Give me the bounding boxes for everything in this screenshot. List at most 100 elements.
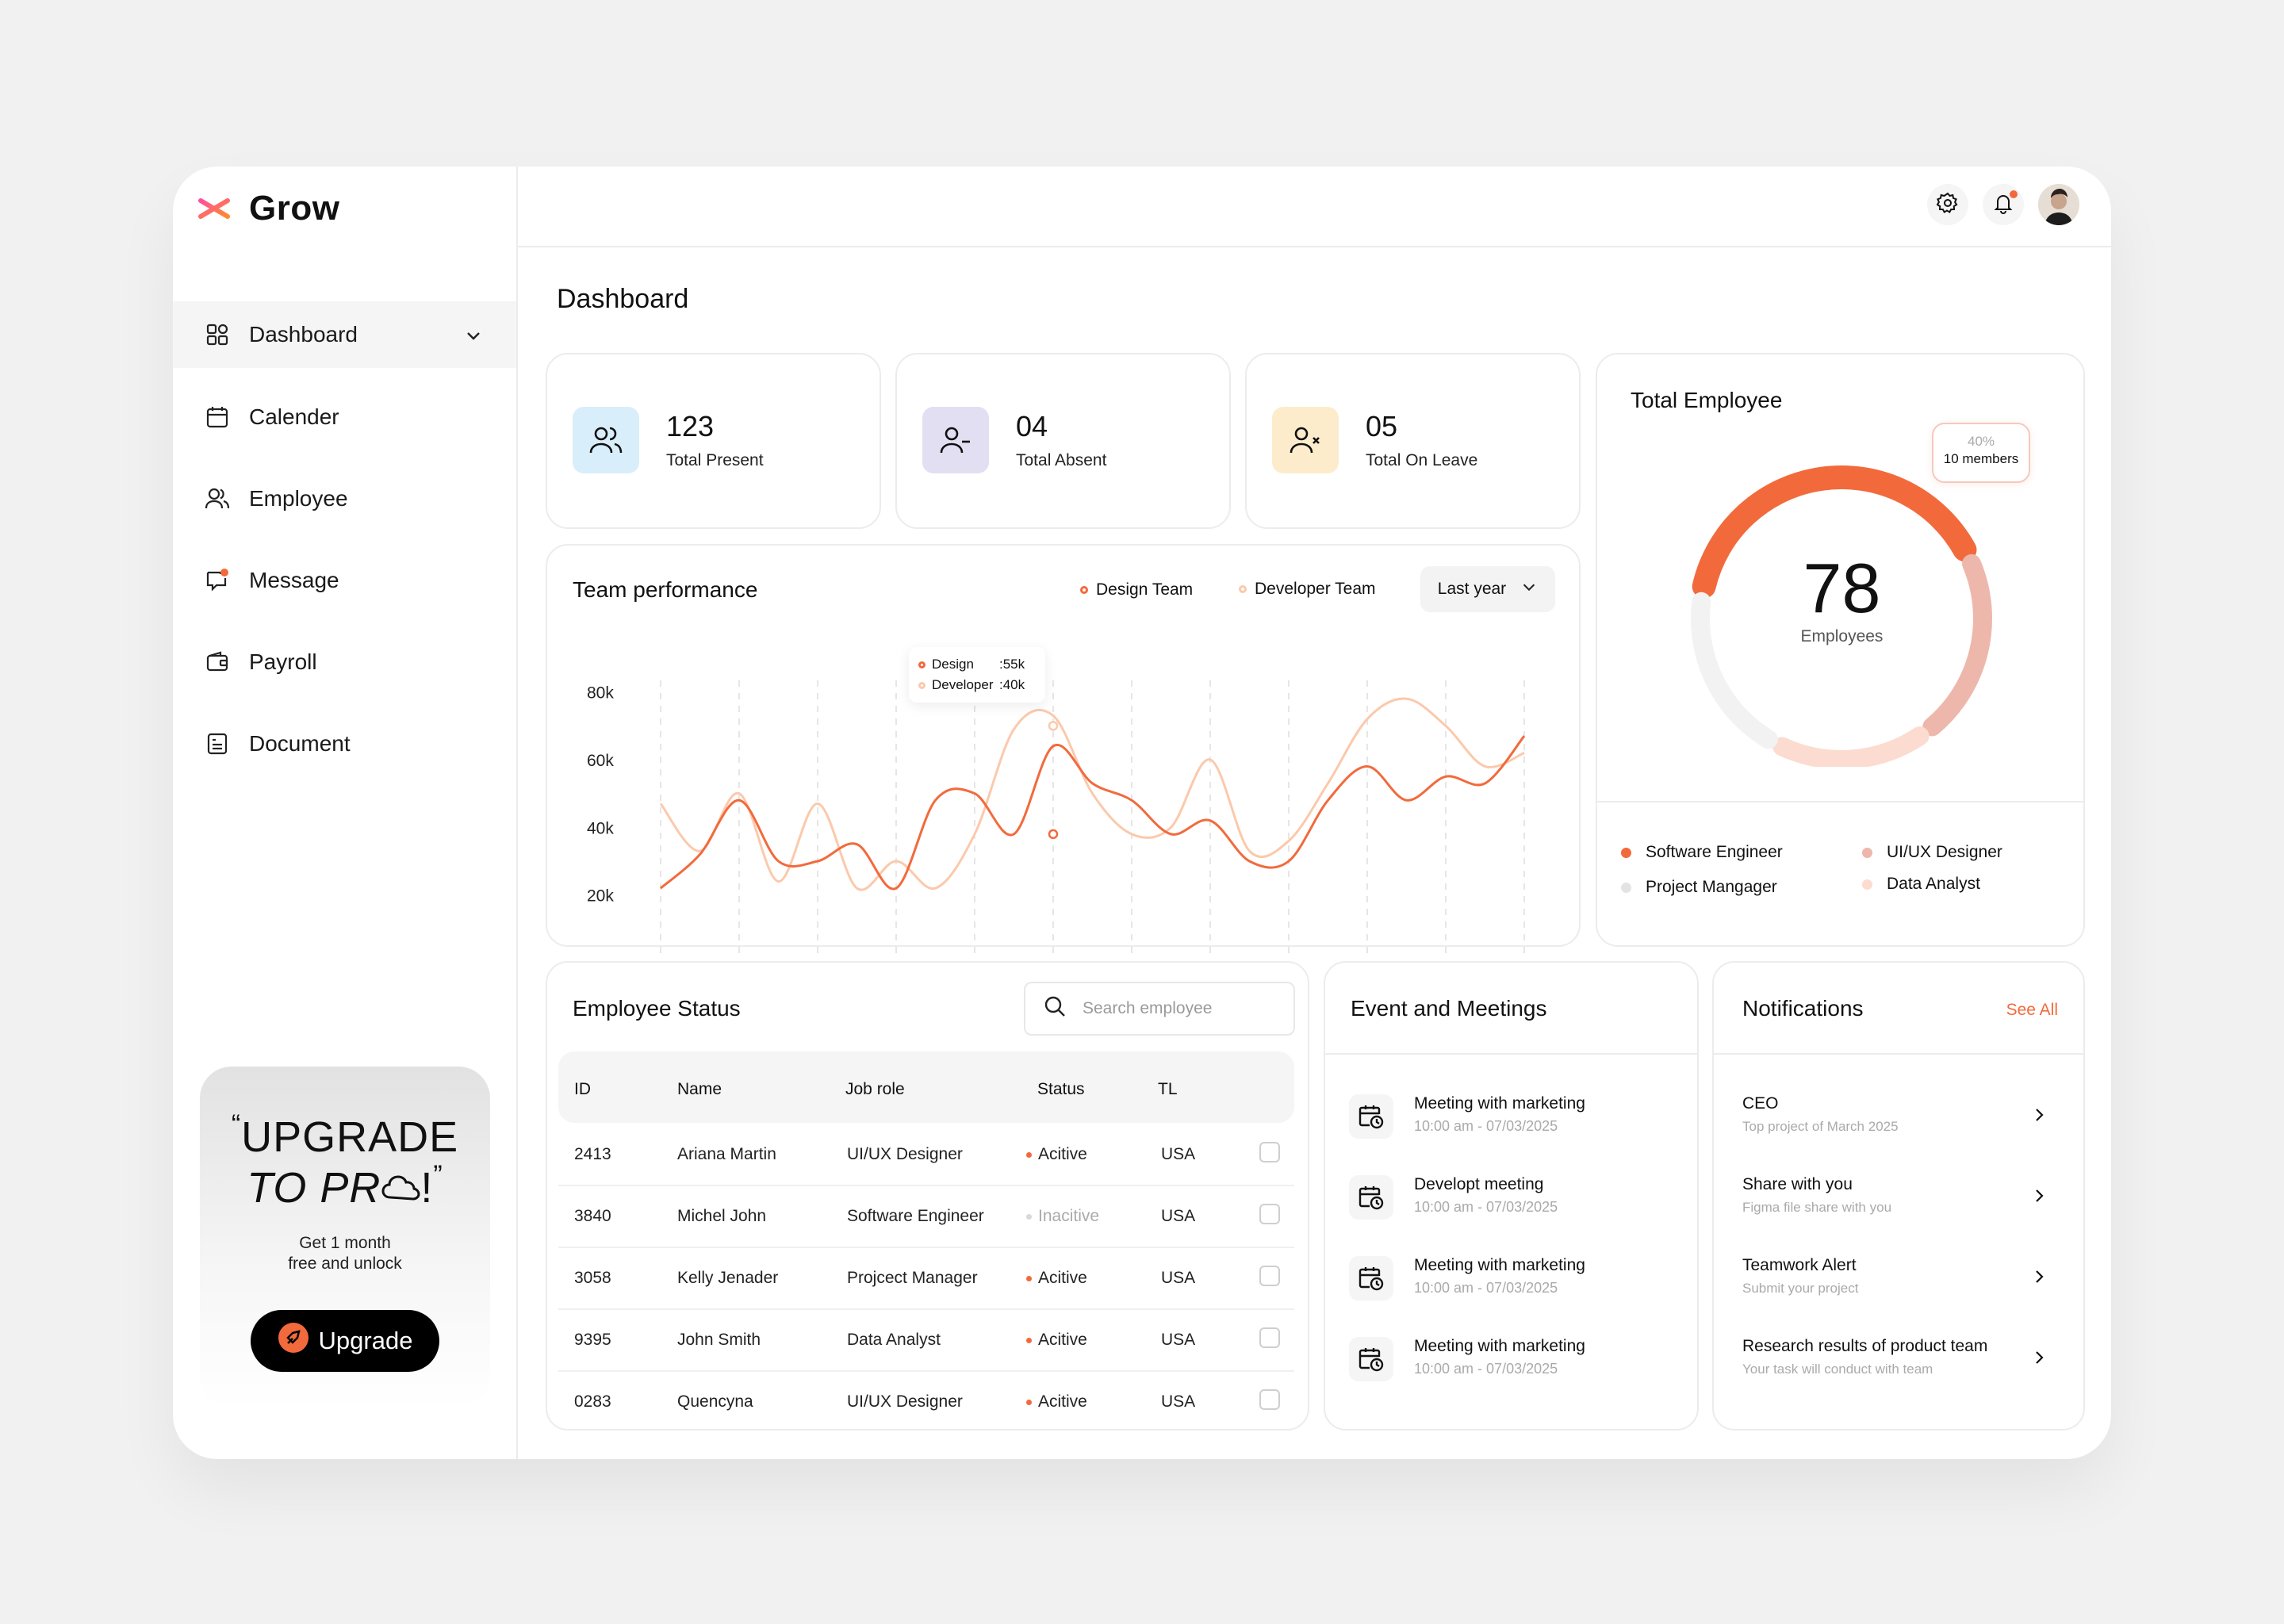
sidebar-item-employee[interactable]: Employee — [173, 458, 516, 539]
sidebar-nav: Dashboard Calender Employee Message Payr… — [173, 301, 516, 784]
period-dropdown[interactable]: Last year — [1420, 566, 1555, 612]
series-line-developer — [659, 697, 1525, 891]
dashboard-icon — [203, 320, 232, 349]
calendar-clock-icon — [1349, 1094, 1393, 1139]
event-item[interactable]: Meeting with marketing 10:00 am - 07/03/2… — [1349, 1256, 1585, 1300]
stat-label: Total Absent — [1016, 451, 1107, 469]
user-avatar[interactable] — [2038, 184, 2079, 225]
status-badge: Acitive — [1026, 1331, 1087, 1350]
chart-tooltip: Design :55k Developer :40k — [909, 647, 1045, 703]
column-header[interactable]: Name — [677, 1080, 722, 1099]
notifications-button[interactable] — [1983, 184, 2024, 225]
settings-button[interactable] — [1927, 184, 1968, 225]
row-checkbox[interactable] — [1259, 1266, 1280, 1286]
upgrade-card: “UPGRADE TO PR!” Get 1 month free and un… — [200, 1067, 490, 1408]
legend-item: Data Analyst — [1862, 875, 1980, 894]
donut-label: Employees — [1800, 627, 1884, 645]
upgrade-title-line2: TO PR!” — [200, 1160, 490, 1216]
card-title: Team performance — [573, 577, 758, 602]
column-header[interactable]: Job role — [845, 1080, 905, 1099]
row-checkbox[interactable] — [1259, 1389, 1280, 1410]
logo[interactable]: Grow — [197, 189, 339, 228]
asterisk-logo-icon — [198, 191, 230, 226]
calendar-clock-icon — [1349, 1256, 1393, 1300]
notification-item[interactable]: Research results of product team Your tas… — [1742, 1337, 2060, 1377]
sidebar: Grow Dashboard Calender Employee Message… — [173, 167, 518, 1459]
column-header[interactable]: ID — [574, 1080, 591, 1099]
table-row[interactable]: 0283 Quencyna UI/UX Designer Acitive USA — [558, 1370, 1294, 1432]
chevron-right-icon — [2029, 1348, 2048, 1371]
sidebar-item-label: Document — [249, 730, 351, 756]
column-header[interactable]: TL — [1158, 1080, 1178, 1099]
row-checkbox[interactable] — [1259, 1142, 1280, 1162]
status-badge: Acitive — [1026, 1145, 1087, 1164]
table-row[interactable]: 3058 Kelly Jenader Projcect Manager Acit… — [558, 1247, 1294, 1310]
search-input[interactable]: Search employee — [1024, 982, 1295, 1036]
total-employee-card: Total Employee 78 Employees 40% 10 membe… — [1596, 353, 2085, 947]
upgrade-title-line1: “UPGRADE — [231, 1109, 459, 1161]
table-row[interactable]: 2413 Ariana Martin UI/UX Designer Acitiv… — [558, 1123, 1294, 1186]
user-x-icon — [1272, 407, 1339, 473]
event-item[interactable]: Meeting with marketing 10:00 am - 07/03/2… — [1349, 1337, 1585, 1381]
donut-segment[interactable] — [1772, 726, 1930, 767]
event-item[interactable]: Meeting with marketing 10:00 am - 07/03/2… — [1349, 1094, 1585, 1139]
row-checkbox[interactable] — [1259, 1204, 1280, 1224]
sidebar-item-calendar[interactable]: Calender — [173, 376, 516, 458]
stat-card-leave[interactable]: 05 Total On Leave — [1245, 353, 1581, 529]
legend-item: Project Mangager — [1621, 878, 1777, 897]
chevron-down-icon[interactable] — [464, 325, 483, 350]
sidebar-item-label: Employee — [249, 485, 348, 511]
card-title: Total Employee — [1631, 388, 1783, 412]
sidebar-item-label: Calender — [249, 404, 339, 429]
table-row[interactable]: 3840 Michel John Software Engineer Inaci… — [558, 1185, 1294, 1248]
donut-total: 78 — [1803, 549, 1881, 627]
legend-marker — [1621, 882, 1631, 893]
status-badge: Acitive — [1026, 1392, 1087, 1411]
chevron-right-icon — [2029, 1105, 2048, 1128]
stat-card-absent[interactable]: 04 Total Absent — [895, 353, 1231, 529]
employee-icon — [203, 485, 232, 513]
team-performance-card: Team performance Design Team Developer T… — [546, 544, 1581, 979]
upgrade-button[interactable]: Upgrade — [251, 1310, 439, 1372]
events-card: Event and Meetings Meeting with marketin… — [1324, 961, 1699, 1431]
card-title: Event and Meetings — [1351, 996, 1547, 1021]
calendar-clock-icon — [1349, 1175, 1393, 1220]
legend-marker — [1080, 586, 1088, 594]
notification-dot — [2010, 190, 2018, 198]
table-header: ID Name Job role Status TL — [558, 1051, 1294, 1123]
sidebar-item-dashboard[interactable]: Dashboard — [173, 301, 516, 368]
divider — [1597, 801, 2083, 802]
users-icon — [573, 407, 639, 473]
legend-developer: Developer Team — [1239, 580, 1376, 599]
stat-card-present[interactable]: 123 Total Present — [546, 353, 881, 529]
y-tick-label: 60k — [587, 752, 614, 770]
legend-marker — [1239, 585, 1247, 593]
calendar-icon — [203, 403, 232, 431]
table-row[interactable]: 9395 John Smith Data Analyst Acitive USA — [558, 1308, 1294, 1372]
wallet-icon — [203, 648, 232, 676]
see-all-link[interactable]: See All — [2006, 1001, 2058, 1020]
sidebar-item-document[interactable]: Document — [173, 703, 516, 784]
notification-item[interactable]: Teamwork Alert Submit your project — [1742, 1256, 2060, 1297]
legend-item: Software Engineer — [1621, 843, 1783, 862]
legend-design: Design Team — [1080, 580, 1193, 599]
event-item[interactable]: Developt meeting 10:00 am - 07/03/2025 — [1349, 1175, 1558, 1220]
divider — [1325, 1053, 1697, 1055]
column-header[interactable]: Status — [1037, 1080, 1085, 1099]
notification-item[interactable]: CEO Top project of March 2025 — [1742, 1094, 2060, 1135]
legend-marker — [1862, 847, 1872, 858]
stat-label: Total On Leave — [1366, 451, 1478, 469]
top-bar — [518, 167, 2111, 247]
legend-marker — [1862, 879, 1872, 890]
upgrade-subtitle: Get 1 month free and unlock — [288, 1234, 402, 1273]
row-checkbox[interactable] — [1259, 1327, 1280, 1348]
notification-item[interactable]: Share with you Figma file share with you — [1742, 1175, 2060, 1216]
employee-status-card: Employee Status Search employee ID Name … — [546, 961, 1309, 1431]
sidebar-item-message[interactable]: Message — [173, 539, 516, 621]
series-line-design — [660, 735, 1526, 891]
stat-value: 05 — [1366, 410, 1398, 442]
y-tick-label: 80k — [587, 684, 614, 703]
donut-callout: 40% 10 members — [1932, 423, 2030, 483]
quote-open-icon: “ — [231, 1109, 242, 1139]
sidebar-item-payroll[interactable]: Payroll — [173, 621, 516, 703]
